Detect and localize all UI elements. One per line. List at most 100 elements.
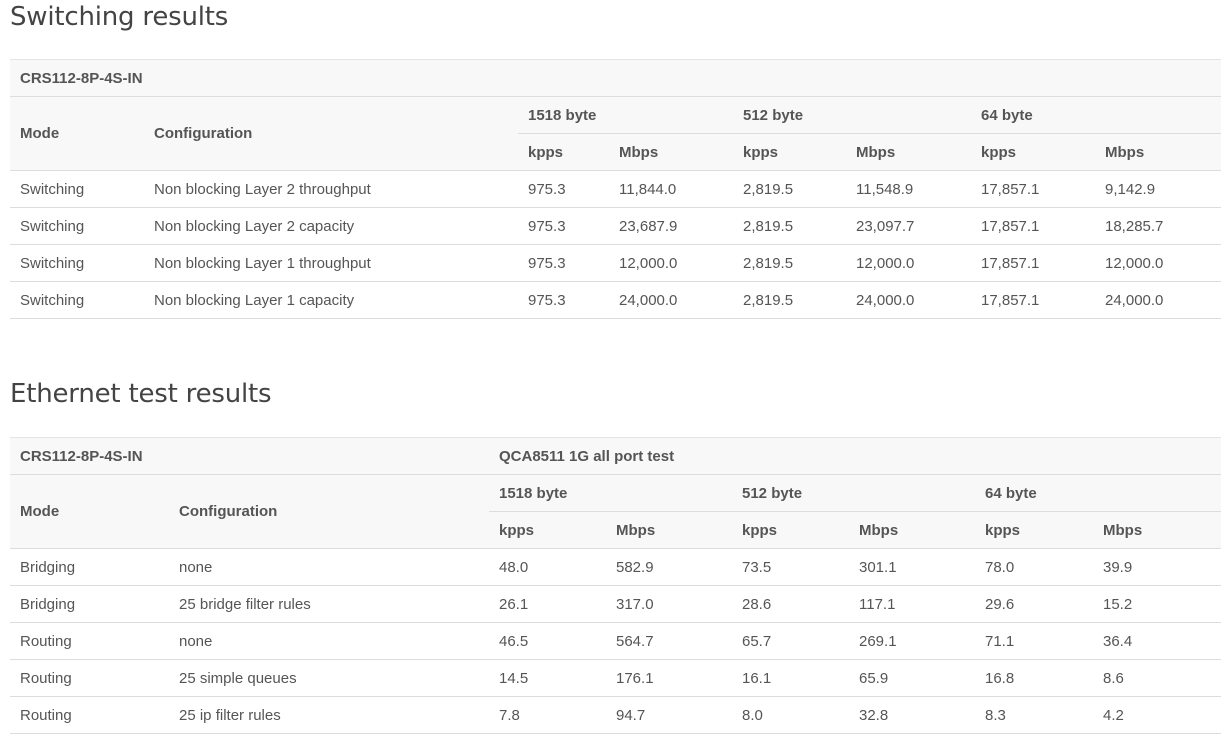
- size-header-512: 512 byte: [732, 474, 975, 512]
- value-cell: 78.0: [975, 548, 1093, 586]
- table-row: Routing 25 simple queues 14.5 176.1 16.1…: [10, 659, 1222, 697]
- size-header-64: 64 byte: [971, 96, 1222, 134]
- switching-results-table: CRS112-8P-4S-IN Mode Configuration 1518 …: [10, 59, 1222, 319]
- table-row: Switching Non blocking Layer 2 throughpu…: [10, 170, 1222, 208]
- configuration-cell: Non blocking Layer 2 capacity: [144, 207, 518, 245]
- value-cell: 65.7: [732, 622, 849, 660]
- test-name: QCA8511 1G all port test: [489, 437, 1222, 475]
- value-cell: 46.5: [489, 622, 606, 660]
- value-cell: 39.9: [1093, 548, 1222, 586]
- value-cell: 2,819.5: [733, 170, 846, 208]
- value-cell: 12,000.0: [1095, 244, 1222, 282]
- configuration-cell: 25 simple queues: [169, 659, 489, 697]
- unit-header: kpps: [518, 133, 609, 171]
- value-cell: 975.3: [518, 244, 609, 282]
- value-cell: 317.0: [606, 585, 732, 623]
- model-header-row: CRS112-8P-4S-IN QCA8511 1G all port test: [10, 437, 1222, 475]
- table-row: Switching Non blocking Layer 1 throughpu…: [10, 244, 1222, 282]
- configuration-column-header: Configuration: [144, 96, 518, 171]
- value-cell: 9,142.9: [1095, 170, 1222, 208]
- value-cell: 23,097.7: [846, 207, 971, 245]
- model-name: CRS112-8P-4S-IN: [10, 59, 1222, 97]
- configuration-cell: Non blocking Layer 2 throughput: [144, 170, 518, 208]
- configuration-cell: none: [169, 548, 489, 586]
- value-cell: 975.3: [518, 281, 609, 319]
- value-cell: 16.1: [732, 659, 849, 697]
- value-cell: 71.1: [975, 622, 1093, 660]
- value-cell: 17,857.1: [971, 244, 1095, 282]
- value-cell: 4.2: [1093, 696, 1222, 734]
- switching-results-title: Switching results: [10, 2, 229, 32]
- unit-header: Mbps: [1095, 133, 1222, 171]
- unit-header: Mbps: [846, 133, 971, 171]
- table-row: Routing 25 ip filter rules 7.8 94.7 8.0 …: [10, 696, 1222, 734]
- value-cell: 94.7: [606, 696, 732, 734]
- unit-header: Mbps: [606, 511, 732, 549]
- size-header-row: Mode Configuration 1518 byte 512 byte 64…: [10, 474, 1222, 549]
- table-row: Switching Non blocking Layer 2 capacity …: [10, 207, 1222, 245]
- value-cell: 17,857.1: [971, 170, 1095, 208]
- mode-column-header: Mode: [10, 474, 169, 549]
- mode-cell: Switching: [10, 244, 144, 282]
- value-cell: 14.5: [489, 659, 606, 697]
- value-cell: 975.3: [518, 170, 609, 208]
- mode-cell: Switching: [10, 281, 144, 319]
- unit-header: kpps: [733, 133, 846, 171]
- value-cell: 26.1: [489, 585, 606, 623]
- unit-header: kpps: [971, 133, 1095, 171]
- value-cell: 65.9: [849, 659, 975, 697]
- value-cell: 12,000.0: [609, 244, 733, 282]
- value-cell: 15.2: [1093, 585, 1222, 623]
- value-cell: 24,000.0: [1095, 281, 1222, 319]
- value-cell: 28.6: [732, 585, 849, 623]
- unit-header: Mbps: [609, 133, 733, 171]
- value-cell: 8.3: [975, 696, 1093, 734]
- value-cell: 2,819.5: [733, 207, 846, 245]
- value-cell: 269.1: [849, 622, 975, 660]
- size-header-1518: 1518 byte: [518, 96, 733, 134]
- table-row: Bridging 25 bridge filter rules 26.1 317…: [10, 585, 1222, 623]
- size-header-64: 64 byte: [975, 474, 1222, 512]
- value-cell: 301.1: [849, 548, 975, 586]
- value-cell: 16.8: [975, 659, 1093, 697]
- value-cell: 11,844.0: [609, 170, 733, 208]
- value-cell: 564.7: [606, 622, 732, 660]
- configuration-cell: 25 ip filter rules: [169, 696, 489, 734]
- configuration-cell: 25 bridge filter rules: [169, 585, 489, 623]
- size-header-512: 512 byte: [733, 96, 971, 134]
- mode-cell: Bridging: [10, 548, 169, 586]
- unit-header: kpps: [975, 511, 1093, 549]
- mode-column-header: Mode: [10, 96, 144, 171]
- unit-header: kpps: [732, 511, 849, 549]
- ethernet-test-results-table: CRS112-8P-4S-IN QCA8511 1G all port test…: [10, 437, 1222, 734]
- mode-cell: Routing: [10, 659, 169, 697]
- value-cell: 582.9: [606, 548, 732, 586]
- value-cell: 7.8: [489, 696, 606, 734]
- table-row: Switching Non blocking Layer 1 capacity …: [10, 281, 1222, 319]
- value-cell: 975.3: [518, 207, 609, 245]
- value-cell: 2,819.5: [733, 281, 846, 319]
- value-cell: 176.1: [606, 659, 732, 697]
- mode-cell: Bridging: [10, 585, 169, 623]
- model-header-row: CRS112-8P-4S-IN: [10, 59, 1222, 97]
- value-cell: 18,285.7: [1095, 207, 1222, 245]
- size-header-row: Mode Configuration 1518 byte 512 byte 64…: [10, 96, 1222, 171]
- value-cell: 2,819.5: [733, 244, 846, 282]
- value-cell: 11,548.9: [846, 170, 971, 208]
- mode-cell: Routing: [10, 696, 169, 734]
- value-cell: 8.0: [732, 696, 849, 734]
- configuration-cell: none: [169, 622, 489, 660]
- unit-header: kpps: [489, 511, 606, 549]
- value-cell: 117.1: [849, 585, 975, 623]
- value-cell: 17,857.1: [971, 281, 1095, 319]
- value-cell: 24,000.0: [609, 281, 733, 319]
- size-header-1518: 1518 byte: [489, 474, 732, 512]
- configuration-cell: Non blocking Layer 1 throughput: [144, 244, 518, 282]
- value-cell: 29.6: [975, 585, 1093, 623]
- mode-cell: Switching: [10, 207, 144, 245]
- configuration-column-header: Configuration: [169, 474, 489, 549]
- value-cell: 32.8: [849, 696, 975, 734]
- value-cell: 8.6: [1093, 659, 1222, 697]
- model-name: CRS112-8P-4S-IN: [10, 437, 489, 475]
- mode-cell: Routing: [10, 622, 169, 660]
